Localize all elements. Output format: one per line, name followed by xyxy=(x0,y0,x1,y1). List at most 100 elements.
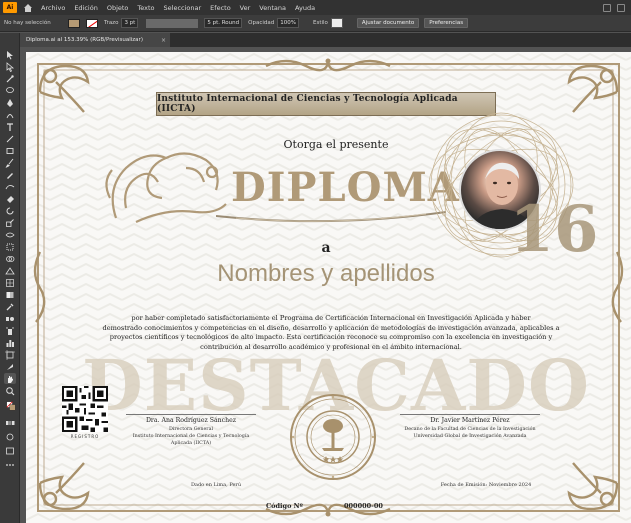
brush-definition[interactable]: 5 pt. Round xyxy=(204,18,243,28)
lasso-tool-icon[interactable] xyxy=(4,85,16,96)
gradient-tool-icon[interactable] xyxy=(4,289,16,300)
document-tab[interactable]: Diploma.ai al 153.39% (RGB/Previsualizar… xyxy=(20,33,170,47)
style-swatch[interactable] xyxy=(330,18,343,28)
rectangle-tool-icon[interactable] xyxy=(4,145,16,156)
width-tool-icon[interactable] xyxy=(4,229,16,240)
document-setup-button[interactable]: Ajustar documento xyxy=(356,18,420,28)
free-transform-tool-icon[interactable] xyxy=(4,241,16,252)
menu-objeto[interactable]: Objeto xyxy=(107,4,129,12)
menu-seleccionar[interactable]: Seleccionar xyxy=(164,4,202,12)
menu-edicion[interactable]: Edición xyxy=(74,4,98,12)
canvas-area[interactable]: Instituto Internacional de Ciencias y Te… xyxy=(20,47,631,523)
variable-width-profile[interactable] xyxy=(146,18,199,28)
left-signer-role: Directora General Instituto Internaciona… xyxy=(116,426,266,447)
to-text: a xyxy=(321,240,331,256)
right-signature-line xyxy=(400,414,540,415)
recipient-name[interactable]: Nombres y apellidos xyxy=(196,260,456,288)
illustrator-logo-icon[interactable]: Ai xyxy=(3,2,17,13)
control-bar: No hay selección Trazo 3 pt 5 pt. Round … xyxy=(0,15,631,32)
scale-tool-icon[interactable] xyxy=(4,217,16,228)
window-buttons xyxy=(603,3,625,12)
artboard-tool-icon[interactable] xyxy=(4,349,16,360)
pencil-tool-icon[interactable] xyxy=(4,169,16,180)
menu-ver[interactable]: Ver xyxy=(240,4,251,12)
color-mode-icon[interactable] xyxy=(4,417,16,428)
shape-builder-tool-icon[interactable] xyxy=(4,253,16,264)
blend-tool-icon[interactable] xyxy=(4,313,16,324)
draw-mode-icon[interactable] xyxy=(4,431,16,442)
menu-texto[interactable]: Texto xyxy=(137,4,154,12)
body-line-4: contribución al desarrollo académico y p… xyxy=(200,342,462,351)
title-swoosh xyxy=(216,211,446,223)
slice-tool-icon[interactable] xyxy=(4,361,16,372)
menu-ventana[interactable]: Ventana xyxy=(259,4,286,12)
menu-efecto[interactable]: Efecto xyxy=(210,4,231,12)
right-signer-role-2: Universidad Global de Investigación Avan… xyxy=(413,434,527,439)
rotate-tool-icon[interactable] xyxy=(4,205,16,216)
home-icon[interactable] xyxy=(23,3,33,13)
code-label: Código Nº xyxy=(266,502,303,510)
close-icon[interactable]: × xyxy=(161,37,166,44)
institution-seal xyxy=(290,394,376,480)
left-signer-name: Dra. Ana Rodríguez Sánchez xyxy=(145,417,237,424)
type-tool-icon[interactable] xyxy=(4,121,16,132)
qr-code xyxy=(62,386,108,432)
emission-date: Fecha de Emisión: Noviembre 2024 xyxy=(440,482,532,488)
preferences-button[interactable]: Preferencias xyxy=(424,18,469,28)
left-signer-role-1: Directora General xyxy=(169,427,213,432)
stroke-label: Trazo xyxy=(104,20,119,26)
arrange-icon[interactable] xyxy=(603,3,611,12)
left-flourish-ornament xyxy=(105,152,227,223)
artboard[interactable]: Instituto Internacional de Ciencias y Te… xyxy=(26,52,631,523)
document-tab-bar: Diploma.ai al 153.39% (RGB/Previsualizar… xyxy=(20,33,631,47)
diploma-title: DIPLOMA xyxy=(231,164,460,211)
curvature-tool-icon[interactable] xyxy=(4,109,16,120)
left-signature-line xyxy=(126,414,256,415)
issue-place: Dado en Lima, Perú xyxy=(190,482,242,488)
perspective-grid-tool-icon[interactable] xyxy=(4,265,16,276)
shaper-tool-icon[interactable] xyxy=(4,181,16,192)
right-signer-role-1: Decano de la Facultad de Ciencias de la … xyxy=(404,427,536,432)
right-signer-role: Decano de la Facultad de Ciencias de la … xyxy=(390,426,550,440)
paintbrush-tool-icon[interactable] xyxy=(4,157,16,168)
left-signer-role-3: Aplicada (IICTA) xyxy=(170,441,212,446)
certificate-body: por haber completado satisfactoriamente … xyxy=(91,314,571,352)
body-line-3: proyectos científicos y tecnológicos de … xyxy=(109,333,553,341)
left-signer-role-2: Instituto Internacional de Ciencias y Te… xyxy=(132,434,250,439)
stroke-swatch[interactable] xyxy=(86,18,98,28)
menu-archivo[interactable]: Archivo xyxy=(41,4,65,12)
selection-tool-icon[interactable] xyxy=(4,49,16,60)
tools-panel xyxy=(0,33,20,523)
selection-status: No hay selección xyxy=(4,20,51,26)
zoom-tool-icon[interactable] xyxy=(4,385,16,396)
edit-toolbar-icon[interactable] xyxy=(4,459,16,470)
column-graph-tool-icon[interactable] xyxy=(4,337,16,348)
direct-selection-tool-icon[interactable] xyxy=(4,61,16,72)
edition-number: 16 xyxy=(509,192,599,267)
grants-text: Otorga el presente xyxy=(283,138,389,151)
magic-wand-tool-icon[interactable] xyxy=(4,73,16,84)
mesh-tool-icon[interactable] xyxy=(4,277,16,288)
menu-bar: Ai Archivo Edición Objeto Texto Seleccio… xyxy=(0,0,631,15)
screen-mode-icon[interactable] xyxy=(4,445,16,456)
pen-tool-icon[interactable] xyxy=(4,97,16,108)
fill-stroke-swatches-icon[interactable] xyxy=(4,399,18,413)
eyedropper-tool-icon[interactable] xyxy=(4,301,16,312)
workspace-icon[interactable] xyxy=(617,3,625,12)
registro-label: REGISTRO xyxy=(70,434,100,439)
opacity-label[interactable]: Opacidad xyxy=(248,20,274,26)
right-signer-name: Dr. Javier Martínez Pérez xyxy=(430,417,510,424)
style-label: Estilo xyxy=(312,20,328,26)
symbol-sprayer-tool-icon[interactable] xyxy=(4,325,16,336)
line-tool-icon[interactable] xyxy=(4,133,16,144)
body-line-1: por haber completado satisfactoriamente … xyxy=(131,314,531,322)
hand-tool-icon[interactable] xyxy=(4,373,16,384)
menu-ayuda[interactable]: Ayuda xyxy=(295,4,315,12)
code-value: 000000-00 xyxy=(344,502,383,510)
stroke-weight-field[interactable]: 3 pt xyxy=(121,18,139,28)
opacity-field[interactable]: 100% xyxy=(277,18,299,28)
body-line-2: demostrado conocimientos y competencias … xyxy=(102,323,560,332)
eraser-tool-icon[interactable] xyxy=(4,193,16,204)
document-tab-title: Diploma.ai al 153.39% (RGB/Previsualizar… xyxy=(26,37,143,43)
fill-swatch[interactable] xyxy=(68,18,80,28)
